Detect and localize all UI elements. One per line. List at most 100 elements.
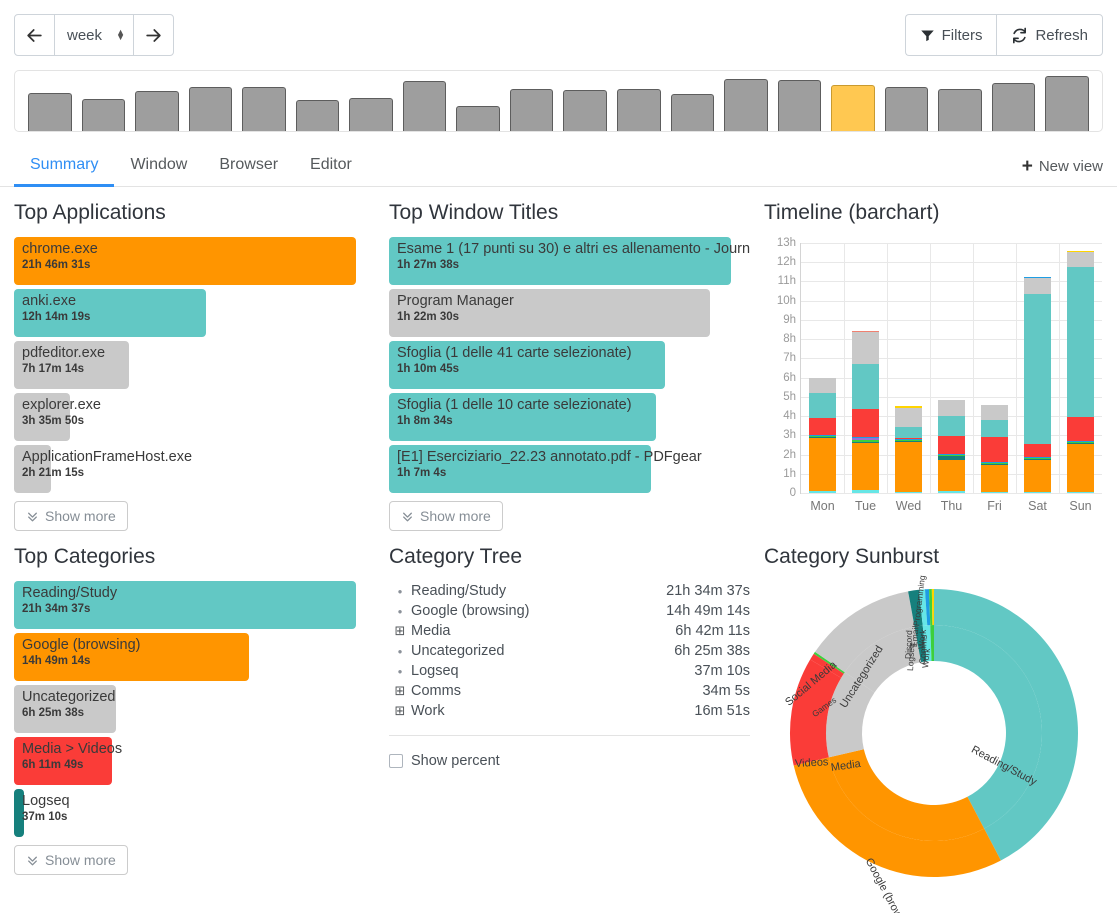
bar-list-item[interactable]: Reading/Study 21h 34m 37s <box>14 581 375 629</box>
timeline-bar[interactable] <box>895 405 922 493</box>
period-select[interactable]: week ▲ ▼ <box>55 14 133 56</box>
timeline-bar[interactable] <box>938 399 965 493</box>
y-axis-tick-label: 6h <box>783 371 796 384</box>
spinner-icon: ▲ ▼ <box>116 27 125 42</box>
category-tree-row[interactable]: ● Google (browsing) 14h 49m 14s <box>389 601 750 621</box>
bar-text: explorer.exe 3h 35m 50s <box>14 393 101 429</box>
category-tree-row[interactable]: ⊞ Comms 34m 5s <box>389 681 750 701</box>
bar-item-name: anki.exe <box>22 293 77 309</box>
x-axis-tick-label: Thu <box>940 499 963 513</box>
sparkline-bar[interactable] <box>28 93 72 131</box>
timeline-bar[interactable] <box>981 405 1008 493</box>
expand-plus-icon[interactable]: ⊞ <box>389 683 411 699</box>
bar-list-item[interactable]: pdfeditor.exe 7h 17m 14s <box>14 341 375 389</box>
tab-summary[interactable]: Summary <box>14 150 115 187</box>
bar-list-item[interactable]: Esame 1 (17 punti su 30) e altri es alle… <box>389 237 750 285</box>
sparkline-bar[interactable] <box>777 80 822 131</box>
bar-list-item[interactable]: [E1] Eserciziario_22.23 annotato.pdf - P… <box>389 445 750 493</box>
bar-list-item[interactable]: anki.exe 12h 14m 19s <box>14 289 375 337</box>
new-view-button[interactable]: + New view <box>1022 157 1103 186</box>
top-applications-show-more-button[interactable]: Show more <box>14 501 128 531</box>
bar-list-item[interactable]: Google (browsing) 14h 49m 14s <box>14 633 375 681</box>
tab-browser[interactable]: Browser <box>203 150 294 187</box>
sparkline-bar[interactable] <box>349 98 393 131</box>
bar-list-item[interactable]: Sfoglia (1 delle 10 carte selezionate) 1h… <box>389 393 750 441</box>
timeline-bar-segment <box>981 405 1008 421</box>
chart-gridline <box>801 339 1102 341</box>
sparkline-bar[interactable] <box>563 90 608 131</box>
bar-list-item[interactable]: Uncategorized 6h 25m 38s <box>14 685 375 733</box>
show-percent-checkbox[interactable] <box>389 754 403 768</box>
bar-list-item[interactable]: Program Manager 1h 22m 30s <box>389 289 750 337</box>
category-tree-section: Category Tree ● Reading/Study 21h 34m 37s ●… <box>389 531 764 901</box>
bar-list-item[interactable]: explorer.exe 3h 35m 50s <box>14 393 375 441</box>
sparkline-bar[interactable] <box>724 79 768 131</box>
bar-list-item[interactable]: ApplicationFrameHost.exe 2h 21m 15s <box>14 445 375 493</box>
chart-gridline <box>801 377 1102 379</box>
category-tree-row[interactable]: ⊞ Work 16m 51s <box>389 701 750 721</box>
category-tree-row[interactable]: ● Reading/Study 21h 34m 37s <box>389 581 750 601</box>
period-sparkline[interactable] <box>14 70 1103 132</box>
sparkline-bar[interactable] <box>1045 76 1089 131</box>
sparkline-bar[interactable] <box>242 87 286 131</box>
timeline-bar-segment <box>809 392 836 419</box>
view-tabs-row: Summary Window Browser Editor + New view <box>0 150 1117 187</box>
category-tree-value: 21h 34m 37s <box>666 583 750 599</box>
timeline-bar[interactable] <box>809 378 836 493</box>
sparkline-bar[interactable] <box>884 87 929 131</box>
sparkline-bar[interactable] <box>135 91 179 131</box>
sparkline-bar[interactable] <box>402 81 447 131</box>
bar-item-duration: 7h 17m 14s <box>22 363 85 375</box>
timeline-section: Timeline (barchart) 0 1h 2h 3h 4h 5h 6h 7h 8h 9h 1… <box>764 187 1117 531</box>
category-tree-row[interactable]: ⊞ Media 6h 42m 11s <box>389 621 750 641</box>
chart-vertical-gridline <box>844 243 845 493</box>
bar-list-item[interactable]: Media > Videos 6h 11m 49s <box>14 737 375 785</box>
show-percent-row[interactable]: Show percent <box>389 753 750 769</box>
y-axis-tick-label: 9h <box>783 313 796 326</box>
previous-period-button[interactable] <box>14 14 55 56</box>
bar-item-name: Uncategorized <box>22 689 116 705</box>
bar-item-name: chrome.exe <box>22 241 98 257</box>
expand-plus-icon[interactable]: ⊞ <box>389 703 411 719</box>
top-categories-show-more-button[interactable]: Show more <box>14 845 128 875</box>
sunburst-label: Logseq <box>905 642 917 672</box>
filters-button[interactable]: Filters <box>904 14 997 56</box>
next-period-button[interactable] <box>133 14 174 56</box>
bar-text: Google (browsing) 14h 49m 14s <box>14 633 140 669</box>
sparkline-bar[interactable] <box>295 100 340 131</box>
top-window-titles-show-more-button[interactable]: Show more <box>389 501 503 531</box>
sparkline-bar[interactable] <box>991 83 1036 131</box>
category-sunburst-chart[interactable]: Reading/Study Google (browsing) Media Video… <box>764 575 1104 913</box>
sparkline-bar[interactable] <box>938 89 982 131</box>
refresh-button[interactable]: Refresh <box>996 14 1103 56</box>
timeline-bar[interactable] <box>852 330 879 493</box>
expand-plus-icon[interactable]: ⊞ <box>389 623 411 639</box>
sparkline-bar[interactable] <box>81 99 126 131</box>
chart-vertical-gridline <box>930 243 931 493</box>
category-tree-value: 37m 10s <box>694 663 750 679</box>
sparkline-bar[interactable] <box>188 87 233 131</box>
sparkline-bar[interactable] <box>831 85 875 131</box>
bar-item-name: Logseq <box>22 793 70 809</box>
bar-list-item[interactable]: Logseq 37m 10s <box>14 789 375 837</box>
sparkline-bar[interactable] <box>509 89 554 131</box>
summary-grid: Top Applications chrome.exe 21h 46m 31s an… <box>0 187 1117 913</box>
timeline-bar[interactable] <box>1024 276 1051 493</box>
tab-window[interactable]: Window <box>114 150 203 187</box>
category-tree-row[interactable]: ● Logseq 37m 10s <box>389 661 750 681</box>
category-tree-label: Google (browsing) <box>411 603 530 619</box>
y-axis-tick-label: 11h <box>777 275 796 288</box>
tab-editor[interactable]: Editor <box>294 150 368 187</box>
timeline-barchart[interactable]: 0 1h 2h 3h 4h 5h 6h 7h 8h 9h 10h 11h 12h 13h Mon Tue Wed… <box>764 237 1104 522</box>
bar-list-item[interactable]: chrome.exe 21h 46m 31s <box>14 237 375 285</box>
sparkline-bar[interactable] <box>670 94 715 131</box>
category-tree-row[interactable]: ● Uncategorized 6h 25m 38s <box>389 641 750 661</box>
timeline-bar[interactable] <box>1067 250 1094 493</box>
sparkline-bar[interactable] <box>456 106 500 131</box>
bar-list-item[interactable]: Sfoglia (1 delle 41 carte selezionate) 1h… <box>389 341 750 389</box>
category-tree-list: ● Reading/Study 21h 34m 37s ● Google (browsi… <box>389 581 750 721</box>
sparkline-bar[interactable] <box>617 89 661 131</box>
timeline-bar-segment <box>1024 294 1051 444</box>
show-more-label: Show more <box>420 508 491 524</box>
chart-gridline <box>801 319 1102 321</box>
